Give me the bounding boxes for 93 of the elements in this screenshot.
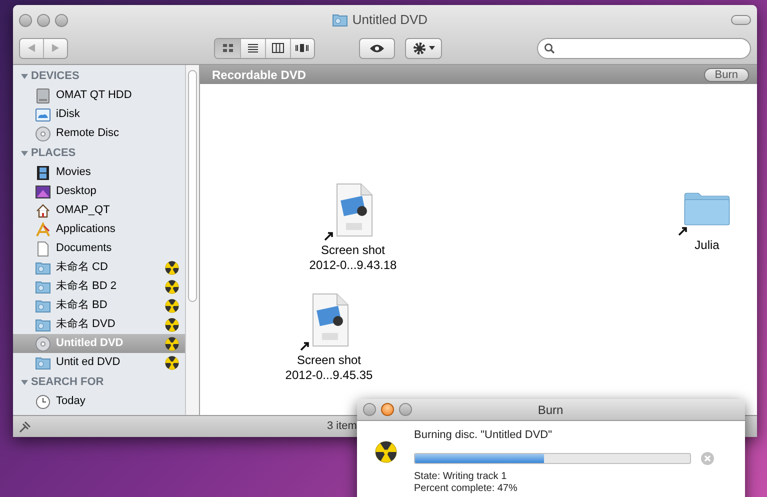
zoom-button[interactable]	[399, 403, 412, 416]
search-icon	[544, 42, 555, 54]
burn-folder-icon	[35, 298, 51, 314]
file-name: Screen shot 2012-0...9.43.18	[309, 243, 397, 273]
eye-icon	[369, 44, 386, 52]
file-name: Screen shot 2012-0...9.45.35	[285, 353, 373, 383]
column-view-icon	[272, 43, 284, 53]
sidebar-item[interactable]: 未命名 CD	[13, 258, 185, 277]
sidebar-item[interactable]: Desktop	[13, 182, 185, 201]
close-button[interactable]	[19, 14, 32, 26]
radiation-icon	[165, 356, 179, 370]
search-field[interactable]	[536, 38, 751, 58]
sidebar-heading: DEVICES	[31, 68, 80, 84]
header-title: Recordable DVD	[212, 66, 306, 84]
radiation-icon	[165, 318, 179, 332]
sidebar-item-label: Documents	[56, 241, 113, 256]
percent-text: Percent complete: 47%	[414, 482, 518, 494]
sidebar-item-label: Untitled DVD	[56, 336, 124, 352]
state-text: State: Writing track 1	[414, 470, 508, 482]
status-text: 3 item	[327, 419, 357, 434]
cover-flow-icon	[295, 43, 310, 53]
disclosure-triangle-icon[interactable]	[21, 378, 28, 386]
sidebar-item[interactable]: Movies	[13, 163, 185, 182]
left-triangle-icon	[28, 44, 36, 52]
sidebar-item[interactable]: Documents	[13, 239, 185, 258]
view-mode-button[interactable]	[290, 38, 314, 58]
sidebar-item[interactable]: 未命名 DVD	[13, 315, 185, 334]
radiation-icon	[374, 441, 396, 463]
house-icon	[35, 202, 51, 218]
disclosure-triangle-icon[interactable]	[21, 150, 28, 156]
sidebar-item-label: Movies	[56, 165, 92, 180]
disc-icon	[35, 336, 51, 352]
burn-folder-icon	[35, 354, 51, 370]
quick-look-button[interactable]	[359, 38, 396, 58]
file-name: Julia	[694, 238, 720, 253]
document-icon	[35, 240, 51, 256]
sidebar-item-label: Today	[56, 394, 86, 410]
toolbar-toggle-button[interactable]	[731, 15, 751, 25]
pin-icon[interactable]	[19, 420, 31, 432]
disc-icon	[35, 126, 51, 142]
sidebar-item-label: 未命名 CD	[56, 260, 109, 276]
sidebar-item-label: Untit ed DVD	[56, 355, 122, 370]
radiation-icon	[165, 280, 179, 294]
burn-folder-icon	[35, 278, 51, 294]
desktop-picture-icon	[35, 184, 51, 200]
clock-icon	[35, 394, 51, 410]
radiation-icon	[165, 298, 179, 312]
right-triangle-icon	[52, 44, 60, 52]
sidebar-item[interactable]: Untit ed DVD	[13, 353, 185, 372]
sidebar-item[interactable]: Today	[13, 392, 185, 411]
film-strip-icon	[35, 164, 51, 180]
sidebar-item[interactable]: OMAP_QT	[13, 201, 185, 220]
icon-view-icon	[222, 43, 234, 53]
gear-icon	[412, 42, 426, 54]
sidebar-item-label: iDisk	[56, 107, 81, 122]
sidebar-item-label: Desktop	[56, 184, 98, 200]
radiation-icon	[165, 260, 179, 274]
sidebar-item-label: 未命名 BD 2	[56, 279, 118, 294]
burn-folder-icon	[35, 260, 51, 276]
window-title: Untitled DVD	[352, 11, 428, 30]
action-menu-button[interactable]	[405, 38, 442, 58]
burn-button[interactable]: Burn	[704, 68, 749, 82]
burn-folder-icon	[35, 316, 51, 332]
sidebar-item-label: Remote Disc	[56, 126, 120, 142]
sidebar-item-label: Applications	[56, 222, 116, 238]
view-mode-button[interactable]	[240, 38, 265, 58]
sidebar-item-label: 未命名 DVD	[56, 317, 116, 332]
sidebar-item[interactable]: 未命名 BD	[13, 296, 185, 315]
close-button[interactable]	[363, 403, 376, 416]
zoom-button[interactable]	[55, 14, 68, 26]
minimize-button[interactable]	[37, 14, 50, 26]
sidebar-item[interactable]: OMAT QT HDD	[13, 86, 185, 105]
radiation-icon	[165, 336, 179, 350]
caret-icon	[428, 46, 435, 50]
sidebar-item-label: OMAT QT HDD	[56, 88, 133, 104]
sidebar-heading: PLACES	[31, 146, 76, 161]
list-view-icon	[246, 43, 259, 53]
sidebar-item[interactable]: 未命名 BD 2	[13, 277, 185, 296]
sidebar-item[interactable]: iDisk	[13, 105, 185, 124]
view-mode-button[interactable]	[264, 38, 290, 58]
burn-message: Burning disc. "Untitled DVD"	[414, 428, 554, 443]
burn-folder-icon	[332, 13, 348, 27]
applications-icon	[35, 222, 51, 238]
stop-icon[interactable]	[701, 452, 714, 464]
sidebar-heading: SEARCH FOR	[31, 374, 104, 390]
sidebar-item[interactable]: Remote Disc	[13, 124, 185, 143]
sidebar-item[interactable]: Applications	[13, 220, 185, 239]
minimize-button[interactable]	[381, 403, 394, 416]
sidebar-item-label: 未命名 BD	[56, 298, 108, 314]
hard-drive-icon	[35, 88, 51, 104]
sidebar-item-label: OMAP_QT	[56, 203, 111, 218]
disclosure-triangle-icon[interactable]	[21, 72, 28, 80]
dialog-title: Burn	[536, 402, 564, 418]
